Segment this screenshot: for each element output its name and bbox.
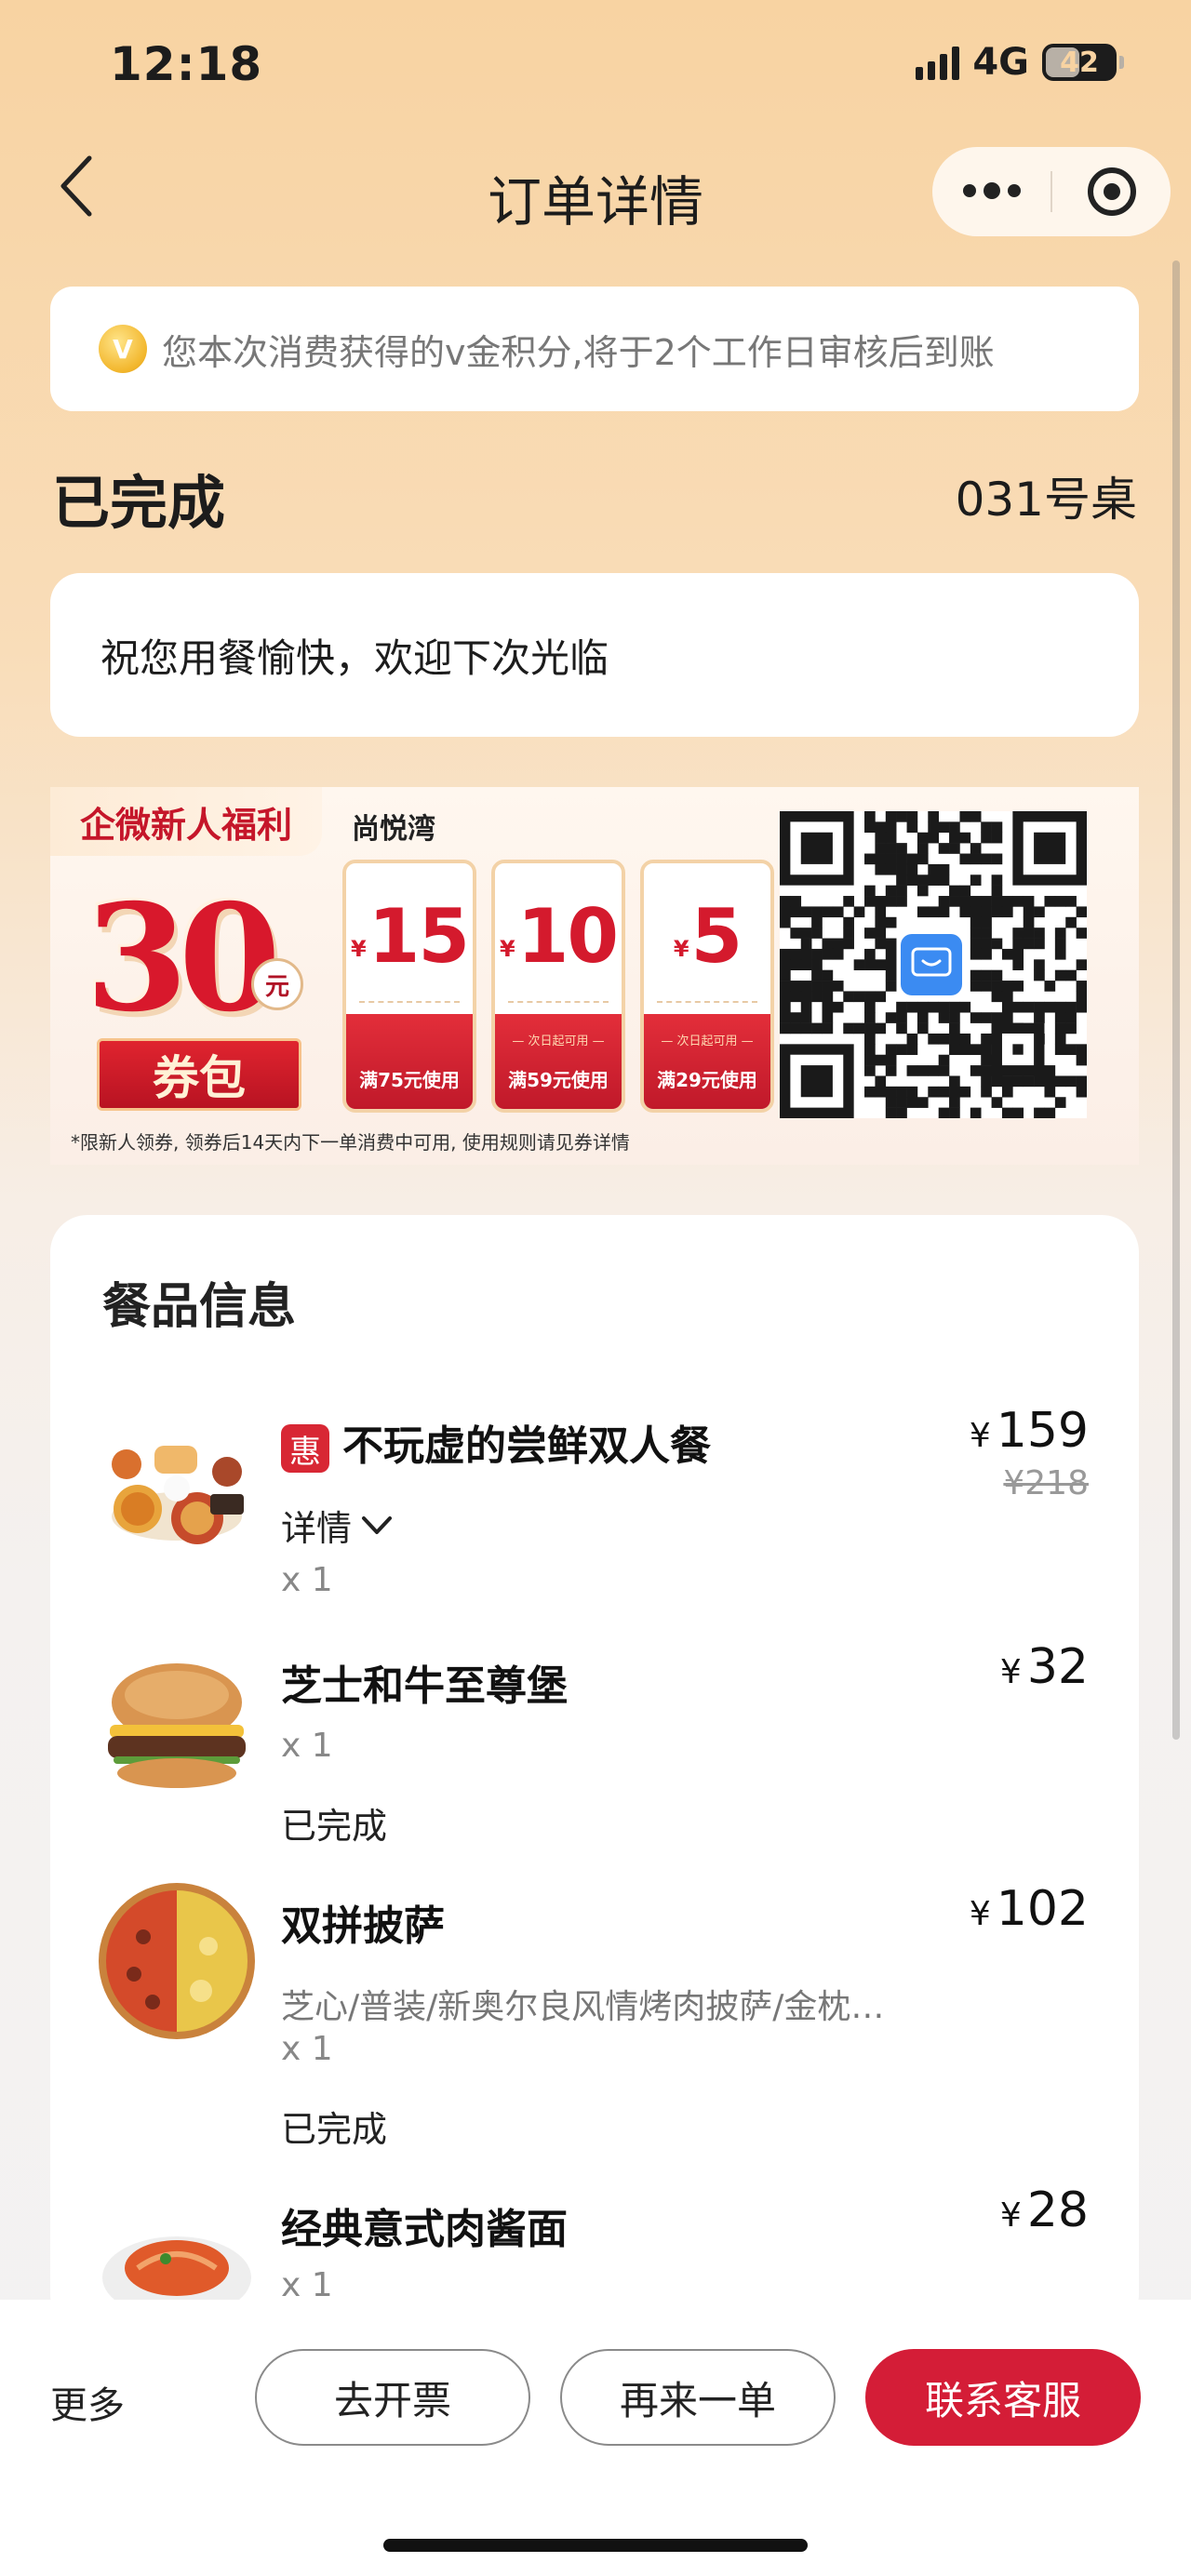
discount-tag: 惠 — [281, 1424, 329, 1473]
promo-amount: 30 — [86, 873, 281, 1045]
currency-symbol: ¥ — [969, 1417, 991, 1455]
status-time: 12:18 — [110, 37, 263, 91]
network-type: 4G — [972, 41, 1029, 84]
currency-symbol: ¥ — [999, 2196, 1022, 2235]
item-thumbnail-pizza[interactable] — [97, 1881, 257, 2041]
mini-program-capsule — [932, 147, 1171, 236]
coupon-currency: ¥ — [673, 936, 689, 962]
coupon-condition: 满29元使用 — [657, 1069, 757, 1091]
item-quantity: x 1 — [281, 1561, 333, 1599]
item-price-value: 32 — [1026, 1639, 1089, 1695]
item-thumbnail-burger[interactable] — [100, 1647, 253, 1799]
coupon-value: 5 — [690, 893, 743, 980]
detail-label: 详情 — [281, 1508, 353, 1549]
promo-tag: 企微新人福利 — [50, 787, 322, 856]
promo-store-name: 尚悦湾 — [352, 813, 435, 846]
currency-symbol: ¥ — [999, 1653, 1022, 1691]
more-menu-button[interactable] — [932, 147, 1050, 236]
qr-code — [780, 811, 1088, 1119]
promo-disclaimer: *限新人领券, 领券后14天内下一单消费中可用, 使用规则请见券详情 — [71, 1131, 630, 1154]
coupon-card: ¥5 — 次日起可用 — 满29元使用 — [640, 860, 774, 1113]
signal-icon — [916, 45, 960, 80]
wecom-promo-banner[interactable]: 企微新人福利 尚悦湾 30 元 券包 ¥15 满75元使用 ¥10 — 次日起可… — [50, 787, 1139, 1165]
item-name: 经典意式肉酱面 — [281, 2206, 568, 2253]
item-original-price: ¥218 — [1003, 1464, 1089, 1502]
coupon-condition: 满59元使用 — [508, 1069, 609, 1091]
item-detail-toggle[interactable]: 详情 — [281, 1500, 393, 1551]
coupon-currency: ¥ — [499, 936, 515, 962]
item-name-text: 不玩虚的尝鲜双人餐 — [342, 1422, 711, 1470]
more-dots-icon — [962, 182, 1021, 199]
item-thumbnail-combo[interactable] — [100, 1405, 253, 1557]
battery-icon: 42 — [1042, 44, 1124, 81]
coupon-currency: ¥ — [350, 936, 367, 962]
item-price: ¥159 — [970, 1403, 1089, 1459]
item-price-value: 28 — [1026, 2182, 1089, 2238]
item-price-value: 159 — [996, 1403, 1089, 1459]
item-quantity: x 1 — [281, 2266, 333, 2304]
item-price: ¥28 — [1000, 2182, 1089, 2238]
invoice-button[interactable]: 去开票 — [255, 2349, 530, 2446]
item-thumbnail-pasta[interactable] — [100, 2203, 253, 2300]
item-price: ¥102 — [970, 1881, 1089, 1937]
table-number: 031号桌 — [955, 473, 1137, 527]
coupon-card: ¥10 — 次日起可用 — 满59元使用 — [491, 860, 625, 1113]
wecom-chat-icon — [897, 930, 966, 999]
item-quantity: x 1 — [281, 2030, 333, 2068]
coupon-value: 15 — [368, 893, 470, 980]
item-status: 已完成 — [281, 2109, 388, 2150]
reorder-button[interactable]: 再来一单 — [560, 2349, 836, 2446]
greeting-card: 祝您用餐愉快，欢迎下次光临 — [50, 573, 1139, 737]
target-icon — [1087, 167, 1136, 216]
item-name: 双拼披萨 — [281, 1902, 445, 1950]
order-status: 已完成 — [52, 469, 226, 537]
close-mini-program-button[interactable] — [1052, 147, 1171, 236]
currency-symbol: ¥ — [969, 1895, 991, 1933]
coupon-value: 10 — [516, 893, 619, 980]
v-coin-icon: V — [99, 325, 147, 373]
battery-level: 42 — [1060, 46, 1099, 79]
item-spec: 芝心/普装/新奥尔良风情烤肉披萨/金枕… — [281, 1988, 885, 2026]
coupon-card: ¥15 满75元使用 — [342, 860, 476, 1113]
item-status: 已完成 — [281, 1806, 388, 1847]
item-name: 芝士和牛至尊堡 — [281, 1662, 568, 1710]
chevron-down-icon — [362, 1515, 393, 1534]
home-indicator[interactable] — [383, 2539, 808, 2552]
contact-service-button[interactable]: 联系客服 — [865, 2349, 1141, 2446]
item-quantity: x 1 — [281, 1727, 333, 1765]
item-name: 惠不玩虚的尝鲜双人餐 — [281, 1412, 711, 1473]
greeting-text: 祝您用餐愉快，欢迎下次光临 — [100, 634, 609, 681]
scrollbar[interactable] — [1172, 260, 1180, 1740]
coupon-availability: — 次日起可用 — — [512, 1034, 605, 1048]
coupon-condition: 满75元使用 — [359, 1069, 460, 1091]
status-indicators: 4G 42 — [916, 41, 1124, 84]
coupon-availability: — 次日起可用 — — [661, 1034, 754, 1048]
points-notice: V 您本次消费获得的v金积分,将于2个工作日审核后到账 — [50, 287, 1139, 411]
item-price: ¥32 — [1000, 1639, 1089, 1695]
more-button[interactable]: 更多 — [50, 2375, 125, 2429]
item-price-value: 102 — [996, 1881, 1089, 1937]
promo-bundle-label: 券包 — [97, 1038, 301, 1111]
food-section-title: 餐品信息 — [102, 1279, 297, 1335]
promo-amount-unit: 元 — [251, 958, 303, 1010]
points-notice-text: 您本次消费获得的v金积分,将于2个工作日审核后到账 — [162, 331, 995, 373]
